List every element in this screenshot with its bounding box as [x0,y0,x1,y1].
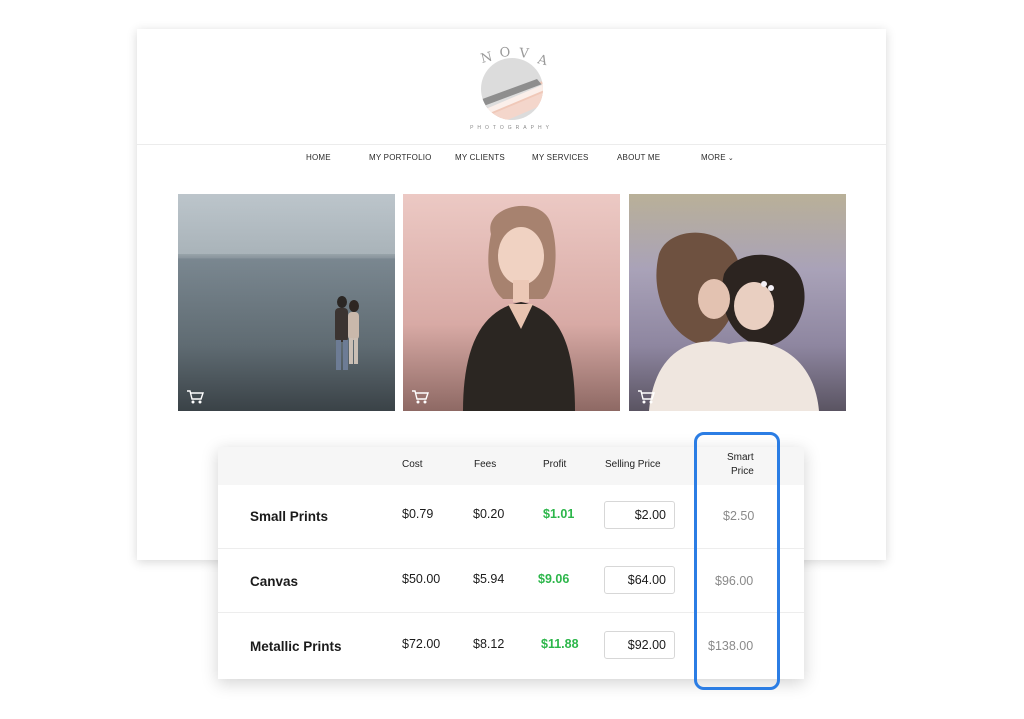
profit-value: $9.06 [538,572,570,586]
photo-lavender-image [629,194,846,411]
cart-icon[interactable] [637,389,655,405]
chevron-down-icon: ⌄ [727,155,734,162]
portrait-woman-photo[interactable] [403,194,620,411]
brand-tagline: PHOTOGRAPHY [470,125,553,131]
header-profit: Profit [543,459,567,470]
profit-value: $1.01 [543,507,575,521]
site-logo[interactable]: N O V A PHOTOGRAPHY [137,29,886,145]
selling-price-input[interactable]: $92.00 [604,631,675,659]
nav-item-portfolio[interactable]: MY PORTFOLIO [369,153,432,162]
cost-value: $72.00 [402,637,441,651]
cart-icon[interactable] [186,389,204,405]
svg-text:V: V [518,46,530,62]
nav-item-home[interactable]: HOME [306,153,331,162]
nav-item-more[interactable]: MORE ⌄ [701,153,734,162]
photo-portrait-image [403,194,620,411]
smart-price-highlight [694,432,780,690]
nova-logo-text: N O V A [479,45,549,69]
nav-divider [137,144,886,145]
nav-item-clients[interactable]: MY CLIENTS [455,153,505,162]
nav-more-label: MORE [701,153,726,162]
header-selling-price: Selling Price [605,459,661,470]
couple-lavender-photo[interactable] [629,194,846,411]
couple-beach-photo[interactable] [178,194,395,411]
fees-value: $0.20 [473,507,505,521]
cost-value: $0.79 [402,507,434,521]
svg-text:O: O [499,45,511,61]
product-name: Metallic Prints [250,639,342,654]
main-nav: HOME MY PORTFOLIO MY CLIENTS MY SERVICES… [137,153,886,167]
product-name: Small Prints [250,509,329,524]
product-name: Canvas [250,574,299,589]
nav-item-about[interactable]: ABOUT ME [617,153,660,162]
svg-text:A: A [535,52,549,69]
selling-price-input[interactable]: $2.00 [604,501,675,529]
cost-value: $50.00 [402,572,441,586]
nav-item-services[interactable]: MY SERVICES [532,153,589,162]
fees-value: $8.12 [473,637,505,651]
header-fees: Fees [474,459,497,470]
svg-text:N: N [479,50,494,67]
profit-value: $11.88 [541,637,579,651]
fees-value: $5.94 [473,572,505,586]
photo-beach-image [178,194,395,411]
header-cost: Cost [402,459,423,470]
selling-price-input[interactable]: $64.00 [604,566,675,594]
cart-icon[interactable] [411,389,429,405]
